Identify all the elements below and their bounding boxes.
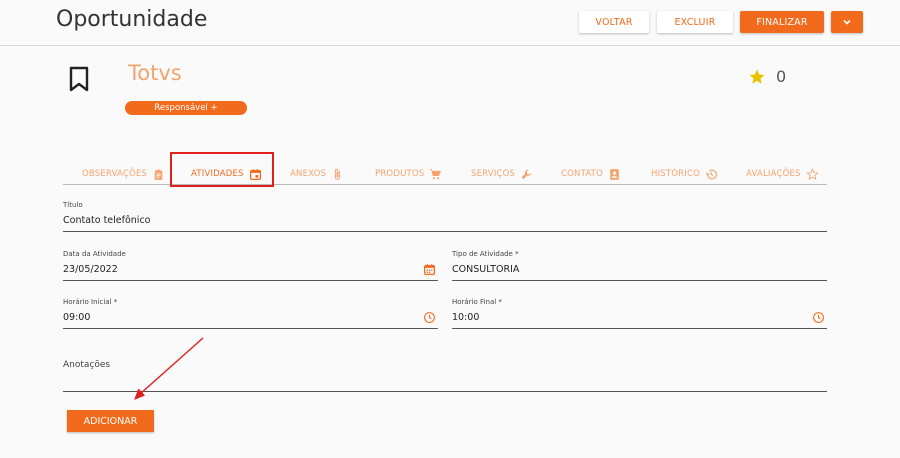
title-field[interactable]: Título Contato telefônico [63, 199, 827, 232]
title-label: Título [63, 201, 83, 209]
tab-label: HISTÓRICO [651, 169, 701, 179]
wrench-icon [521, 169, 532, 179]
title-value[interactable]: Contato telefônico [63, 215, 150, 226]
company-name: Totvs [128, 61, 182, 85]
bookmark-icon[interactable] [68, 66, 90, 92]
end-time-field[interactable]: Horário Final * 10:00 [452, 296, 827, 329]
activity-date-field[interactable]: Data da Atividade 23/05/2022 [63, 248, 438, 281]
history-icon [705, 169, 717, 179]
page-title: Oportunidade [56, 7, 208, 32]
tab-historico[interactable]: HISTÓRICO [651, 165, 718, 183]
star-outline-icon [805, 167, 819, 180]
calendar-icon[interactable] [423, 263, 436, 276]
tab-servicos[interactable]: SERVIÇOS [471, 165, 533, 183]
back-button[interactable]: VOLTAR [579, 11, 649, 33]
tab-contato[interactable]: CONTATO [561, 165, 621, 183]
tab-observacoes[interactable]: OBSERVAÇÕES [82, 165, 165, 183]
rating-count: 0 [776, 67, 787, 86]
end-time-label: Horário Final * [452, 298, 502, 306]
tab-label: ANEXOS [290, 169, 327, 179]
clipboard-icon [154, 169, 163, 180]
clock-icon[interactable] [812, 311, 825, 324]
tab-label: AVALIAÇÕES [746, 169, 801, 179]
activity-date-label: Data da Atividade [63, 250, 126, 258]
annotation-highlight-box [170, 152, 274, 187]
star-icon[interactable] [748, 68, 766, 86]
tab-label: PRODUTOS [375, 169, 425, 179]
finish-button[interactable]: FINALIZAR [740, 11, 824, 33]
start-time-value[interactable]: 09:00 [63, 312, 90, 323]
app-header: Oportunidade VOLTAR EXCLUIR FINALIZAR [0, 0, 900, 46]
notes-label: Anotações [63, 360, 111, 370]
activity-type-field[interactable]: Tipo de Atividade * CONSULTORIA [452, 248, 827, 281]
activity-date-value[interactable]: 23/05/2022 [63, 264, 118, 275]
start-time-label: Horário Inicial * [63, 298, 118, 306]
clock-icon[interactable] [423, 311, 436, 324]
activity-type-value[interactable]: CONSULTORIA [452, 264, 519, 275]
start-time-field[interactable]: Horário Inicial * 09:00 [63, 296, 438, 329]
cart-icon [430, 168, 442, 179]
paperclip-icon [334, 168, 341, 180]
tab-label: CONTATO [561, 169, 603, 179]
tab-avaliacoes[interactable]: AVALIAÇÕES [746, 165, 819, 183]
contact-card-icon [610, 168, 619, 180]
add-button[interactable]: ADICIONAR [67, 410, 154, 432]
more-options-button[interactable] [831, 11, 863, 33]
tab-label: OBSERVAÇÕES [82, 169, 148, 179]
delete-button[interactable]: EXCLUIR [657, 11, 733, 33]
chevron-down-icon [843, 19, 851, 25]
responsible-button[interactable]: Responsável + [125, 101, 247, 115]
activity-type-label: Tipo de Atividade * [452, 250, 519, 258]
tab-label: SERVIÇOS [471, 169, 516, 179]
notes-field[interactable]: Anotações [63, 355, 827, 392]
tab-anexos[interactable]: ANEXOS [290, 165, 344, 183]
tab-produtos[interactable]: PRODUTOS [375, 165, 442, 183]
end-time-value[interactable]: 10:00 [452, 312, 479, 323]
